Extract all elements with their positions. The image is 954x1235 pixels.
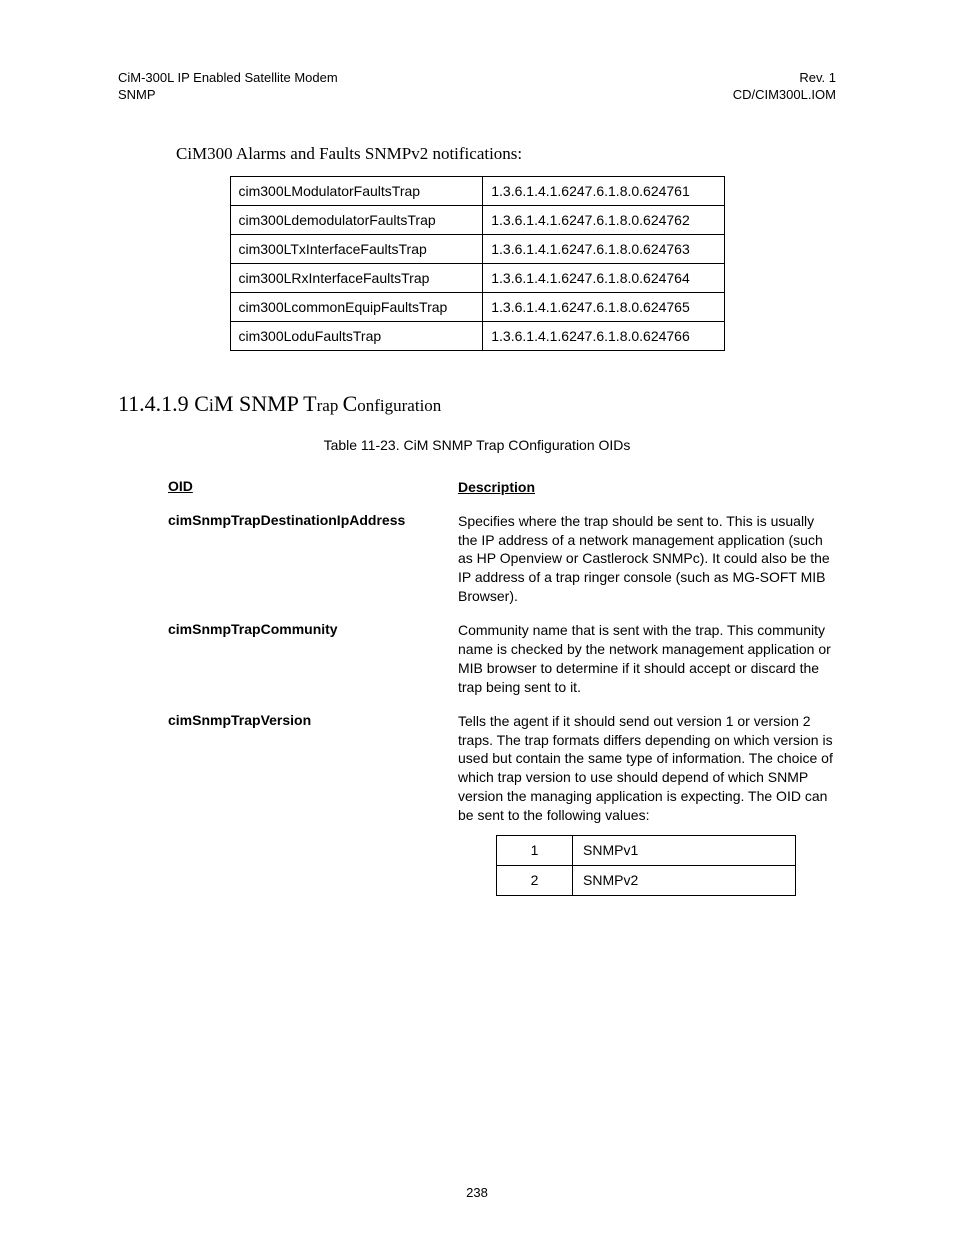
oid-desc-text: Tells the agent if it should send out ve… [458, 713, 833, 823]
trap-name: cim300LTxInterfaceFaultsTrap [230, 234, 483, 263]
page-number: 238 [0, 1185, 954, 1200]
oid-desc: Community name that is sent with the tra… [458, 621, 836, 697]
trap-oid: 1.3.6.1.4.1.6247.6.1.8.0.624765 [483, 292, 724, 321]
section-title-part: onfiguration [357, 396, 441, 415]
trap-oid: 1.3.6.1.4.1.6247.6.1.8.0.624761 [483, 176, 724, 205]
version-num: 2 [497, 865, 573, 895]
trap-oid: 1.3.6.1.4.1.6247.6.1.8.0.624766 [483, 321, 724, 350]
section-title-part: C [194, 391, 209, 416]
trap-name: cim300LModulatorFaultsTrap [230, 176, 483, 205]
table-row: cim300LoduFaultsTrap 1.3.6.1.4.1.6247.6.… [230, 321, 724, 350]
intro-title: CiM300 Alarms and Faults SNMPv2 notifica… [176, 144, 836, 164]
page-header: CiM-300L IP Enabled Satellite Modem SNMP… [118, 70, 836, 104]
section-title-part: C [343, 391, 358, 416]
trap-name: cim300LRxInterfaceFaultsTrap [230, 263, 483, 292]
trap-oid: 1.3.6.1.4.1.6247.6.1.8.0.624764 [483, 263, 724, 292]
oid-name: cimSnmpTrapVersion [168, 712, 458, 896]
oid-desc: Specifies where the trap should be sent … [458, 512, 836, 606]
oid-row: cimSnmpTrapVersion Tells the agent if it… [168, 712, 836, 896]
table-row: 1 SNMPv1 [497, 836, 796, 866]
table-row: cim300LdemodulatorFaultsTrap 1.3.6.1.4.1… [230, 205, 724, 234]
oid-header-desc: Description [458, 479, 535, 495]
oid-header-row: OID Description [168, 478, 836, 497]
trap-name: cim300LoduFaultsTrap [230, 321, 483, 350]
section-number: 11.4.1.9 [118, 391, 194, 416]
header-section: SNMP [118, 87, 338, 104]
trap-oid: 1.3.6.1.4.1.6247.6.1.8.0.624762 [483, 205, 724, 234]
traps-table: cim300LModulatorFaultsTrap 1.3.6.1.4.1.6… [230, 176, 725, 351]
oid-header-name: OID [168, 478, 458, 497]
oid-name: cimSnmpTrapCommunity [168, 621, 458, 697]
oid-desc: Tells the agent if it should send out ve… [458, 712, 836, 896]
section-title-part: rap [317, 396, 343, 415]
version-table: 1 SNMPv1 2 SNMPv2 [496, 835, 796, 896]
oid-section: OID Description cimSnmpTrapDestinationIp… [168, 478, 836, 896]
trap-oid: 1.3.6.1.4.1.6247.6.1.8.0.624763 [483, 234, 724, 263]
version-label: SNMPv2 [573, 865, 796, 895]
header-product: CiM-300L IP Enabled Satellite Modem [118, 70, 338, 87]
header-right: Rev. 1 CD/CIM300L.IOM [733, 70, 836, 104]
table-row: cim300LModulatorFaultsTrap 1.3.6.1.4.1.6… [230, 176, 724, 205]
table-caption: Table 11-23. CiM SNMP Trap COnfiguration… [118, 437, 836, 453]
trap-name: cim300LdemodulatorFaultsTrap [230, 205, 483, 234]
table-row: cim300LTxInterfaceFaultsTrap 1.3.6.1.4.1… [230, 234, 724, 263]
header-rev: Rev. 1 [733, 70, 836, 87]
oid-name: cimSnmpTrapDestinationIpAddress [168, 512, 458, 606]
oid-row: cimSnmpTrapDestinationIpAddress Specifie… [168, 512, 836, 606]
table-row: cim300LRxInterfaceFaultsTrap 1.3.6.1.4.1… [230, 263, 724, 292]
section-title-part: M SNMP T [214, 391, 317, 416]
version-num: 1 [497, 836, 573, 866]
table-row: cim300LcommonEquipFaultsTrap 1.3.6.1.4.1… [230, 292, 724, 321]
table-row: 2 SNMPv2 [497, 865, 796, 895]
header-docid: CD/CIM300L.IOM [733, 87, 836, 104]
header-left: CiM-300L IP Enabled Satellite Modem SNMP [118, 70, 338, 104]
section-heading: 11.4.1.9 CiM SNMP Trap Configuration [118, 391, 836, 417]
version-label: SNMPv1 [573, 836, 796, 866]
trap-name: cim300LcommonEquipFaultsTrap [230, 292, 483, 321]
page: CiM-300L IP Enabled Satellite Modem SNMP… [0, 0, 954, 1235]
oid-row: cimSnmpTrapCommunity Community name that… [168, 621, 836, 697]
